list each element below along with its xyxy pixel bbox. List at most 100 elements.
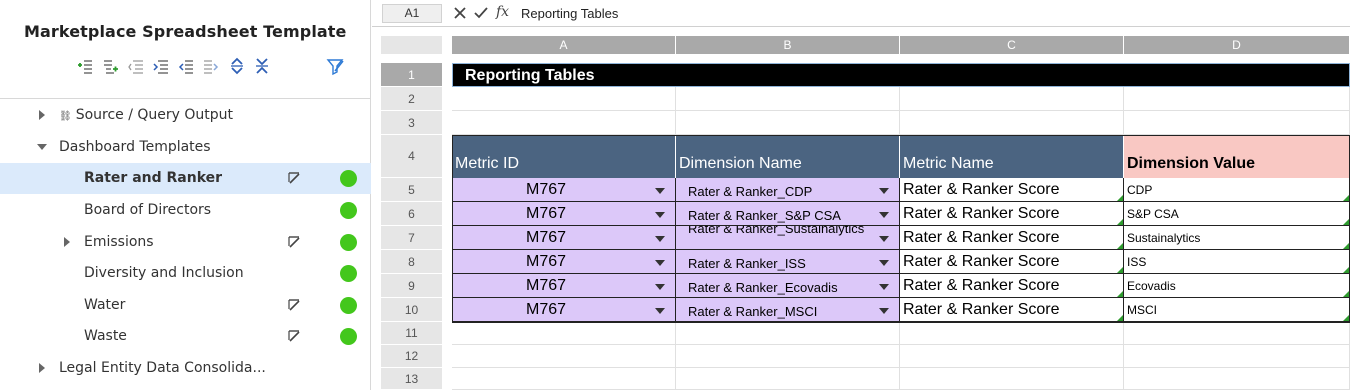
- edit-icon[interactable]: [287, 298, 301, 312]
- edit-icon[interactable]: [287, 329, 301, 343]
- grid-cell[interactable]: [1124, 87, 1350, 111]
- grid-cell[interactable]: [900, 87, 1124, 111]
- grid-cell[interactable]: [676, 87, 900, 111]
- dimension-name-dropdown[interactable]: Rater & Ranker_S&P CSA: [676, 202, 900, 226]
- dropdown-arrow-icon[interactable]: [879, 260, 889, 266]
- grid-cell[interactable]: [676, 323, 900, 345]
- dimension-name-dropdown[interactable]: Rater & Ranker_CDP: [676, 178, 900, 202]
- caret-right-icon[interactable]: [36, 109, 48, 121]
- dimension-value-cell[interactable]: Ecovadis: [1124, 274, 1350, 298]
- dropdown-arrow-icon[interactable]: [879, 212, 889, 218]
- row-header-5[interactable]: 5: [381, 178, 442, 202]
- grid-cell[interactable]: [452, 87, 676, 111]
- tree-item-water[interactable]: Water: [0, 290, 371, 321]
- dropdown-arrow-icon[interactable]: [879, 308, 889, 314]
- row-header-12[interactable]: 12: [381, 345, 442, 368]
- metric-id-dropdown[interactable]: M767: [452, 274, 676, 298]
- row-header-4[interactable]: 4: [381, 135, 442, 178]
- grid-cell[interactable]: [900, 111, 1124, 135]
- edit-icon[interactable]: [287, 235, 301, 249]
- dimension-name-dropdown[interactable]: Rater & Ranker_Ecovadis: [676, 274, 900, 298]
- grid-cell[interactable]: [676, 111, 900, 135]
- row-header-8[interactable]: 8: [381, 250, 442, 274]
- column-header-c[interactable]: C: [900, 36, 1124, 54]
- header-metric-name[interactable]: Metric Name: [900, 135, 1124, 178]
- column-header-b[interactable]: B: [676, 36, 900, 54]
- indent-icon[interactable]: [152, 57, 170, 75]
- metric-name-cell[interactable]: Rater & Ranker Score: [900, 298, 1124, 322]
- dropdown-arrow-icon[interactable]: [655, 188, 665, 194]
- tree-item-rater-and-ranker[interactable]: Rater and Ranker: [0, 163, 371, 194]
- row-header-9[interactable]: 9: [381, 274, 442, 298]
- metric-id-dropdown[interactable]: M767: [452, 202, 676, 226]
- metric-id-dropdown[interactable]: M767: [452, 226, 676, 250]
- metric-name-cell[interactable]: Rater & Ranker Score: [900, 226, 1124, 250]
- grid-cell[interactable]: [1124, 111, 1350, 135]
- move-left-icon[interactable]: [177, 57, 195, 75]
- header-dimension-value[interactable]: Dimension Value: [1124, 135, 1350, 178]
- dropdown-arrow-icon[interactable]: [655, 260, 665, 266]
- caret-right-icon[interactable]: [61, 236, 73, 248]
- expand-icon[interactable]: [228, 57, 246, 75]
- grid-cell[interactable]: [1124, 345, 1350, 368]
- dropdown-arrow-icon[interactable]: [655, 212, 665, 218]
- metric-name-cell[interactable]: Rater & Ranker Score: [900, 250, 1124, 274]
- tree-item-emissions[interactable]: Emissions: [0, 227, 371, 258]
- dropdown-arrow-icon[interactable]: [655, 284, 665, 290]
- confirm-icon[interactable]: [473, 5, 489, 21]
- dimension-name-dropdown[interactable]: Rater & Ranker_Sustainalytics: [676, 226, 900, 250]
- edit-icon[interactable]: [287, 171, 301, 185]
- grid-cell[interactable]: [452, 323, 676, 345]
- filter-edit-icon[interactable]: [326, 57, 346, 77]
- row-header-7[interactable]: 7: [381, 226, 442, 250]
- dropdown-arrow-icon[interactable]: [879, 236, 889, 242]
- tree-item-dashboard-templates[interactable]: Dashboard Templates: [0, 132, 371, 163]
- dimension-value-cell[interactable]: Sustainalytics: [1124, 226, 1350, 250]
- row-header-11[interactable]: 11: [381, 322, 442, 345]
- cell-reference-box[interactable]: A1: [382, 4, 442, 23]
- cancel-icon[interactable]: [452, 5, 468, 21]
- move-right-icon[interactable]: [202, 57, 220, 75]
- metric-id-dropdown[interactable]: M767: [452, 250, 676, 274]
- select-all-corner[interactable]: [381, 36, 442, 54]
- dimension-value-cell[interactable]: CDP: [1124, 178, 1350, 202]
- metric-name-cell[interactable]: Rater & Ranker Score: [900, 202, 1124, 226]
- grid-cell[interactable]: [1124, 323, 1350, 345]
- row-header-10[interactable]: 10: [381, 298, 442, 322]
- collapse-icon[interactable]: [253, 57, 271, 75]
- grid-cell[interactable]: [900, 345, 1124, 368]
- grid-cell[interactable]: [452, 345, 676, 368]
- tree-item-legal-entity-data[interactable]: Legal Entity Data Consolida...: [0, 353, 371, 384]
- grid-cell[interactable]: [452, 368, 676, 390]
- tree-item-board-of-directors[interactable]: Board of Directors: [0, 195, 371, 226]
- header-metric-id[interactable]: Metric ID: [452, 135, 676, 178]
- grid-cell[interactable]: [900, 368, 1124, 390]
- dropdown-arrow-icon[interactable]: [879, 188, 889, 194]
- grid-cell[interactable]: [452, 111, 676, 135]
- caret-down-icon[interactable]: [36, 141, 48, 153]
- metric-id-dropdown[interactable]: M767: [452, 178, 676, 202]
- tree-item-waste[interactable]: Waste: [0, 321, 371, 352]
- outdent-icon[interactable]: [127, 57, 145, 75]
- function-icon[interactable]: fx: [496, 4, 509, 20]
- metric-id-dropdown[interactable]: M767: [452, 298, 676, 322]
- selected-title-cell[interactable]: Reporting Tables: [452, 63, 1350, 87]
- row-header-13[interactable]: 13: [381, 368, 442, 390]
- grid-cell[interactable]: [676, 368, 900, 390]
- metric-name-cell[interactable]: Rater & Ranker Score: [900, 274, 1124, 298]
- dimension-name-dropdown[interactable]: Rater & Ranker_ISS: [676, 250, 900, 274]
- tree-item-diversity-and-inclusion[interactable]: Diversity and Inclusion: [0, 258, 371, 289]
- row-header-6[interactable]: 6: [381, 202, 442, 226]
- grid-cell[interactable]: [900, 323, 1124, 345]
- column-header-d[interactable]: D: [1124, 36, 1350, 54]
- dropdown-arrow-icon[interactable]: [879, 284, 889, 290]
- dropdown-arrow-icon[interactable]: [655, 236, 665, 242]
- dimension-value-cell[interactable]: S&P CSA: [1124, 202, 1350, 226]
- row-header-3[interactable]: 3: [381, 111, 442, 135]
- dimension-value-cell[interactable]: MSCI: [1124, 298, 1350, 322]
- row-header-2[interactable]: 2: [381, 87, 442, 111]
- dropdown-arrow-icon[interactable]: [655, 308, 665, 314]
- grid-cell[interactable]: [676, 345, 900, 368]
- caret-right-icon[interactable]: [36, 362, 48, 374]
- add-row-icon[interactable]: [76, 57, 94, 75]
